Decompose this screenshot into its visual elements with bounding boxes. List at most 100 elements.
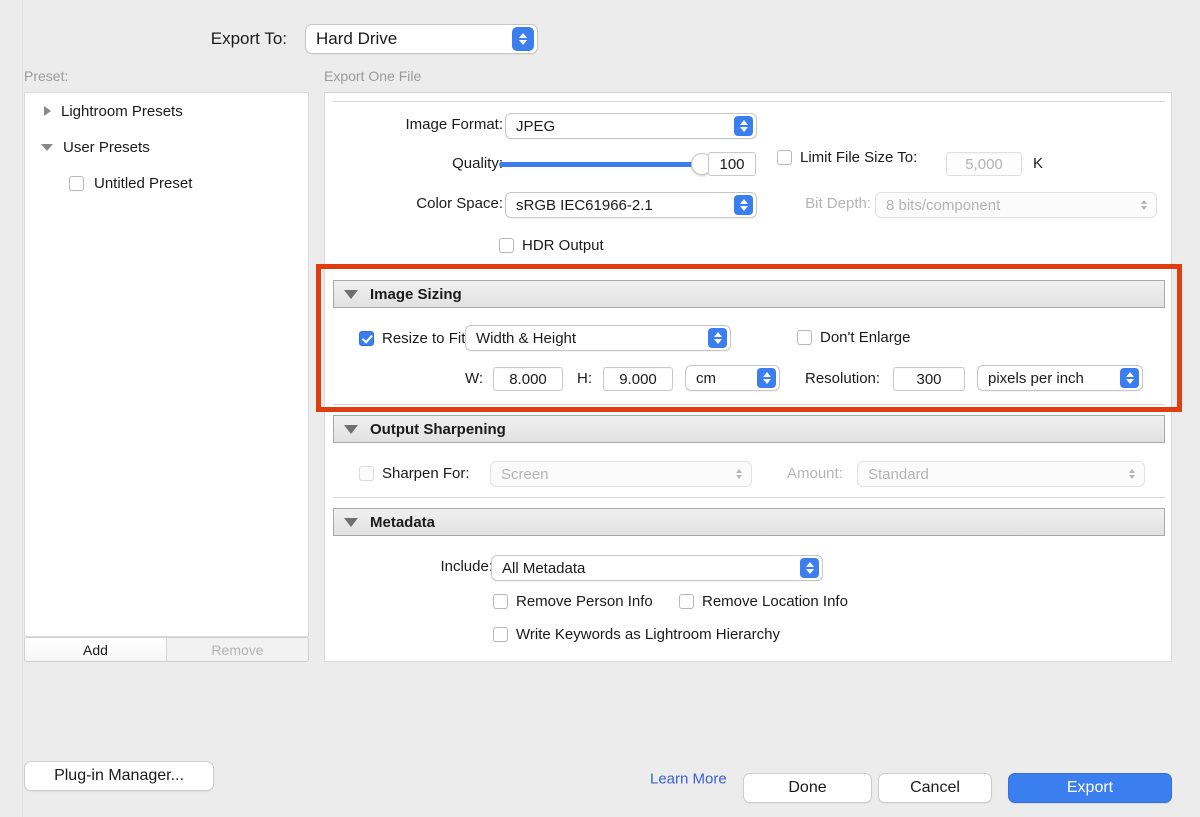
remove-person-info-row[interactable]: Remove Person Info (493, 593, 653, 610)
preset-item-untitled[interactable]: Untitled Preset (25, 165, 308, 201)
resolution-unit-dropdown[interactable]: pixels per inch (977, 365, 1143, 391)
cancel-button[interactable]: Cancel (878, 773, 992, 803)
quality-label: Quality: (381, 155, 503, 172)
height-field[interactable]: 9.000 (603, 367, 673, 391)
amount-dropdown: Standard (857, 461, 1145, 487)
triangle-down-icon[interactable] (344, 290, 358, 299)
resolution-label: Resolution: (805, 370, 880, 387)
width-label: W: (465, 370, 483, 387)
learn-more-link[interactable]: Learn More (650, 771, 727, 788)
slider-track (499, 162, 699, 167)
metadata-include-value: All Metadata (502, 560, 585, 577)
panel-top-rule (333, 101, 1165, 102)
bit-depth-value: 8 bits/component (886, 197, 1000, 214)
preset-buttons: Add Remove (24, 637, 309, 662)
quality-slider[interactable] (499, 153, 699, 177)
chevron-updown-icon (734, 195, 753, 215)
export-to-dropdown[interactable]: Hard Drive (305, 24, 538, 54)
output-sharpening-title: Output Sharpening (370, 421, 506, 438)
resize-mode-dropdown[interactable]: Width & Height (465, 325, 731, 351)
chevron-updown-icon (734, 116, 753, 136)
remove-location-info-checkbox[interactable] (679, 594, 694, 609)
done-button[interactable]: Done (743, 773, 872, 803)
remove-preset-button: Remove (167, 638, 308, 661)
resolution-field[interactable]: 300 (893, 367, 965, 391)
chevron-right-icon[interactable] (44, 106, 51, 116)
export-to-label: Export To: (0, 29, 305, 49)
remove-person-info-checkbox[interactable] (493, 594, 508, 609)
sharpen-for-label: Sharpen For: (382, 465, 470, 482)
output-sharpening-header[interactable]: Output Sharpening (333, 415, 1165, 443)
export-to-row: Export To: Hard Drive (0, 24, 1200, 54)
chevron-updown-icon (757, 368, 776, 388)
hdr-output-checkbox[interactable] (499, 238, 514, 253)
sharpen-for-row[interactable]: Sharpen For: (359, 465, 470, 482)
triangle-down-icon[interactable] (344, 425, 358, 434)
chevron-updown-icon (800, 558, 819, 578)
dont-enlarge-checkbox[interactable] (797, 330, 812, 345)
limit-file-size-label: Limit File Size To: (800, 149, 917, 166)
preset-group-label: Lightroom Presets (61, 103, 183, 120)
image-format-label: Image Format: (381, 116, 503, 133)
panel-title: Export One File (324, 68, 421, 84)
limit-file-size-row[interactable]: Limit File Size To: (777, 149, 917, 166)
chevron-updown-icon (1122, 464, 1141, 484)
sharpen-for-value: Screen (501, 466, 549, 483)
preset-group-user[interactable]: User Presets (25, 129, 308, 165)
resize-mode-value: Width & Height (476, 330, 576, 347)
resize-to-fit-label: Resize to Fit: (382, 330, 470, 347)
remove-location-info-row[interactable]: Remove Location Info (679, 593, 848, 610)
color-space-dropdown[interactable]: sRGB IEC61966-2.1 (505, 192, 757, 218)
limit-file-size-field[interactable]: 5,000 (946, 152, 1022, 176)
chevron-updown-icon (1134, 195, 1153, 215)
export-to-value: Hard Drive (316, 29, 397, 49)
image-sizing-bottom-rule (333, 404, 1165, 405)
plugin-manager-button[interactable]: Plug-in Manager... (24, 761, 214, 791)
hdr-output-label: HDR Output (522, 237, 604, 254)
bit-depth-label: Bit Depth: (765, 195, 871, 212)
resize-to-fit-row[interactable]: Resize to Fit: (359, 330, 470, 347)
sharpen-for-checkbox[interactable] (359, 466, 374, 481)
units-dropdown[interactable]: cm (685, 365, 780, 391)
preset-group-lightroom[interactable]: Lightroom Presets (25, 93, 308, 129)
units-value: cm (696, 370, 716, 387)
metadata-include-dropdown[interactable]: All Metadata (491, 555, 823, 581)
preset-list: Lightroom Presets User Presets Untitled … (24, 92, 309, 637)
limit-file-size-unit: K (1033, 155, 1043, 172)
metadata-include-label: Include: (393, 558, 493, 575)
width-field[interactable]: 8.000 (493, 367, 563, 391)
chevron-updown-icon (708, 328, 727, 348)
write-keywords-checkbox[interactable] (493, 627, 508, 642)
remove-person-info-label: Remove Person Info (516, 593, 653, 610)
bit-depth-dropdown: 8 bits/component (875, 192, 1157, 218)
metadata-header[interactable]: Metadata (333, 508, 1165, 536)
amount-value: Standard (868, 466, 929, 483)
export-dialog: Export To: Hard Drive Preset: Lightroom … (0, 0, 1200, 817)
dont-enlarge-row[interactable]: Don't Enlarge (797, 329, 910, 346)
preset-label: Preset: (24, 68, 68, 84)
triangle-down-icon[interactable] (344, 518, 358, 527)
image-sizing-header[interactable]: Image Sizing (333, 280, 1165, 308)
chevron-updown-icon (1120, 368, 1139, 388)
limit-file-size-checkbox[interactable] (777, 150, 792, 165)
resolution-unit-value: pixels per inch (988, 370, 1084, 387)
preset-group-label: User Presets (63, 139, 150, 156)
write-keywords-row[interactable]: Write Keywords as Lightroom Hierarchy (493, 626, 780, 643)
hdr-output-row[interactable]: HDR Output (499, 237, 604, 254)
chevron-down-icon[interactable] (41, 144, 53, 151)
amount-label: Amount: (787, 465, 843, 482)
left-edge-divider (22, 0, 23, 817)
export-button[interactable]: Export (1008, 773, 1172, 803)
write-keywords-label: Write Keywords as Lightroom Hierarchy (516, 626, 780, 643)
add-preset-button[interactable]: Add (25, 638, 166, 661)
image-format-dropdown[interactable]: JPEG (505, 113, 757, 139)
preset-checkbox[interactable] (69, 176, 84, 191)
resize-to-fit-checkbox[interactable] (359, 331, 374, 346)
quality-value-field[interactable]: 100 (708, 152, 756, 176)
export-settings-panel: Image Format: JPEG Quality: 100 Limit Fi… (324, 92, 1172, 662)
chevron-updown-icon (512, 27, 534, 51)
height-label: H: (577, 370, 592, 387)
metadata-title: Metadata (370, 514, 435, 531)
image-sizing-title: Image Sizing (370, 286, 462, 303)
color-space-value: sRGB IEC61966-2.1 (516, 197, 653, 214)
